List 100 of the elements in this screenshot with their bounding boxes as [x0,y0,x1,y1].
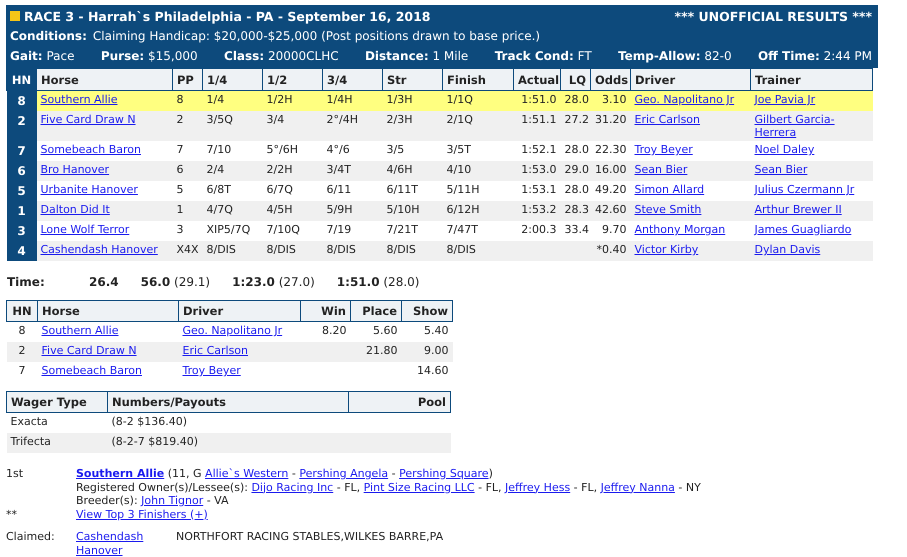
owners-line: Registered Owner(s)/Lessee(s): Dijo Racing Inc - FL, Pint Size Racing LLC - FL, Jeffrey Hess - FL, Jeffrey Nanna - NY [76,480,702,494]
table-cell: 6 [172,161,202,181]
race-fact: Class: 20000CLHC [224,49,339,63]
table-cell: 7/10Q [262,221,322,241]
table-cell: 1:53.1 [514,181,560,201]
horse-link[interactable]: Southern Allie [42,324,118,337]
column-header: 1/4 [202,68,262,90]
race-fact: Distance: 1 Mile [364,49,468,63]
table-cell: 2/2H [262,161,322,181]
horse-link[interactable]: Cashendash Hanover [40,243,158,256]
column-header: HN [6,300,38,322]
driver-link[interactable]: Steve Smith [634,203,702,216]
column-header: PP [172,68,202,90]
table-cell: 5/9H [322,201,382,221]
table-cell: 3/4T [322,161,382,181]
driver-link[interactable]: Sean Bier [634,163,688,176]
time-label: Time: [7,275,46,289]
driver-link[interactable]: Troy Beyer [634,143,693,156]
table-cell: 1:51.1 [514,111,560,141]
link[interactable]: Allie`s Western [205,467,288,480]
table-cell: 8/DIS [442,241,514,261]
horse-link[interactable]: Five Card Draw N [42,344,137,357]
horse-link[interactable]: Urbanite Hanover [40,183,138,196]
horse-number: 6 [6,161,36,181]
table-cell: 2/1Q [442,111,514,141]
split-time: 56.0 (29.1) [140,275,210,289]
table-cell: 1/1Q [442,90,514,111]
driver-link[interactable]: Eric Carlson [182,344,248,357]
table-cell: 49.20 [590,181,630,201]
horse-number: 2 [6,111,36,141]
driver-link[interactable]: Simon Allard [634,183,704,196]
column-header: Place [350,300,402,322]
link[interactable]: Pint Size Racing LLC [364,480,475,494]
table-cell: 6/11 [322,181,382,201]
table-cell: 4/10 [442,161,514,181]
table-cell: 21.80 [350,342,402,362]
table-cell: 8 [172,90,202,111]
table-cell: 4/6H [382,161,442,181]
table-cell: 3/4 [262,111,322,141]
square-icon [10,11,20,21]
table-cell: 1/2H [262,90,322,111]
horse-link[interactable]: Cashendash Hanover [76,530,176,557]
horse-link[interactable]: Southern Allie [40,93,118,106]
trainer-link[interactable]: Sean Bier [754,163,808,176]
column-header: HN [6,68,36,90]
trainer-link[interactable]: Joe Pavia Jr [754,93,816,106]
horse-link[interactable]: Southern Allie [76,467,164,480]
trainer-link[interactable]: Gilbert Garcia-Herrera [754,113,868,139]
table-cell: 1:52.1 [514,141,560,161]
view-finishers-link[interactable]: View Top 3 Finishers (+) [76,508,208,520]
table-cell: 8/DIS [322,241,382,261]
link[interactable]: Jeffrey Nanna [600,480,675,494]
driver-link[interactable]: Victor Kirby [634,243,698,256]
column-header: Wager Type [6,392,108,412]
driver-link[interactable]: Anthony Morgan [634,223,726,236]
column-header: Driver [178,300,300,322]
link[interactable]: Jeffrey Hess [505,480,570,494]
link[interactable]: Dijo Racing Inc [251,480,334,494]
table-cell: 2/3H [382,111,442,141]
horse-link[interactable]: Dalton Did It [40,203,110,216]
split-time: 1:51.0 (28.0) [336,275,420,289]
trainer-link[interactable]: Julius Czermann Jr [754,183,854,196]
table-cell: X4X [172,241,202,261]
horse-link[interactable]: Somebeach Baron [40,143,141,156]
trainer-link[interactable]: James Guagliardo [754,223,852,236]
table-cell: 6/8T [202,181,262,201]
table-cell: 16.00 [590,161,630,181]
link[interactable]: Pershing Square [399,467,489,480]
claimed-by: NORTHFORT RACING STABLES,WILKES BARRE,PA [176,530,444,545]
trainer-link[interactable]: Dylan Davis [754,243,820,256]
table-cell: 7/47T [442,221,514,241]
driver-link[interactable]: Troy Beyer [182,364,241,377]
table-cell: 3/5T [442,141,514,161]
table-cell: 5/11H [442,181,514,201]
table-cell: Trifecta [6,433,108,453]
column-header: Driver [630,68,750,90]
driver-link[interactable]: Geo. Napolitano Jr [182,324,282,337]
horse-link[interactable]: Somebeach Baron [42,364,142,377]
table-cell: 3/5Q [202,111,262,141]
table-cell: 8/DIS [202,241,262,261]
table-cell: 5.60 [350,322,402,342]
horse-link[interactable]: Five Card Draw N [40,113,136,126]
horse-link[interactable]: Lone Wolf Terror [40,223,130,236]
driver-link[interactable]: Geo. Napolitano Jr [634,93,734,106]
table-cell: 42.60 [590,201,630,221]
table-cell: 6/12H [442,201,514,221]
table-cell: 14.60 [402,362,452,382]
table-cell: 27.2 [560,111,590,141]
table-cell: 2/4 [202,161,262,181]
table-cell: 8 [6,322,38,342]
link[interactable]: Pershing Angela [299,467,388,480]
table-cell: 1:51.0 [514,90,560,111]
column-header: Odds [590,68,630,90]
link[interactable]: John Tignor [141,494,204,507]
table-cell: 1/3H [382,90,442,111]
horse-link[interactable]: Bro Hanover [40,163,110,176]
driver-link[interactable]: Eric Carlson [634,113,700,126]
column-header: Win [300,300,350,322]
trainer-link[interactable]: Arthur Brewer II [754,203,842,216]
trainer-link[interactable]: Noel Daley [754,143,814,156]
